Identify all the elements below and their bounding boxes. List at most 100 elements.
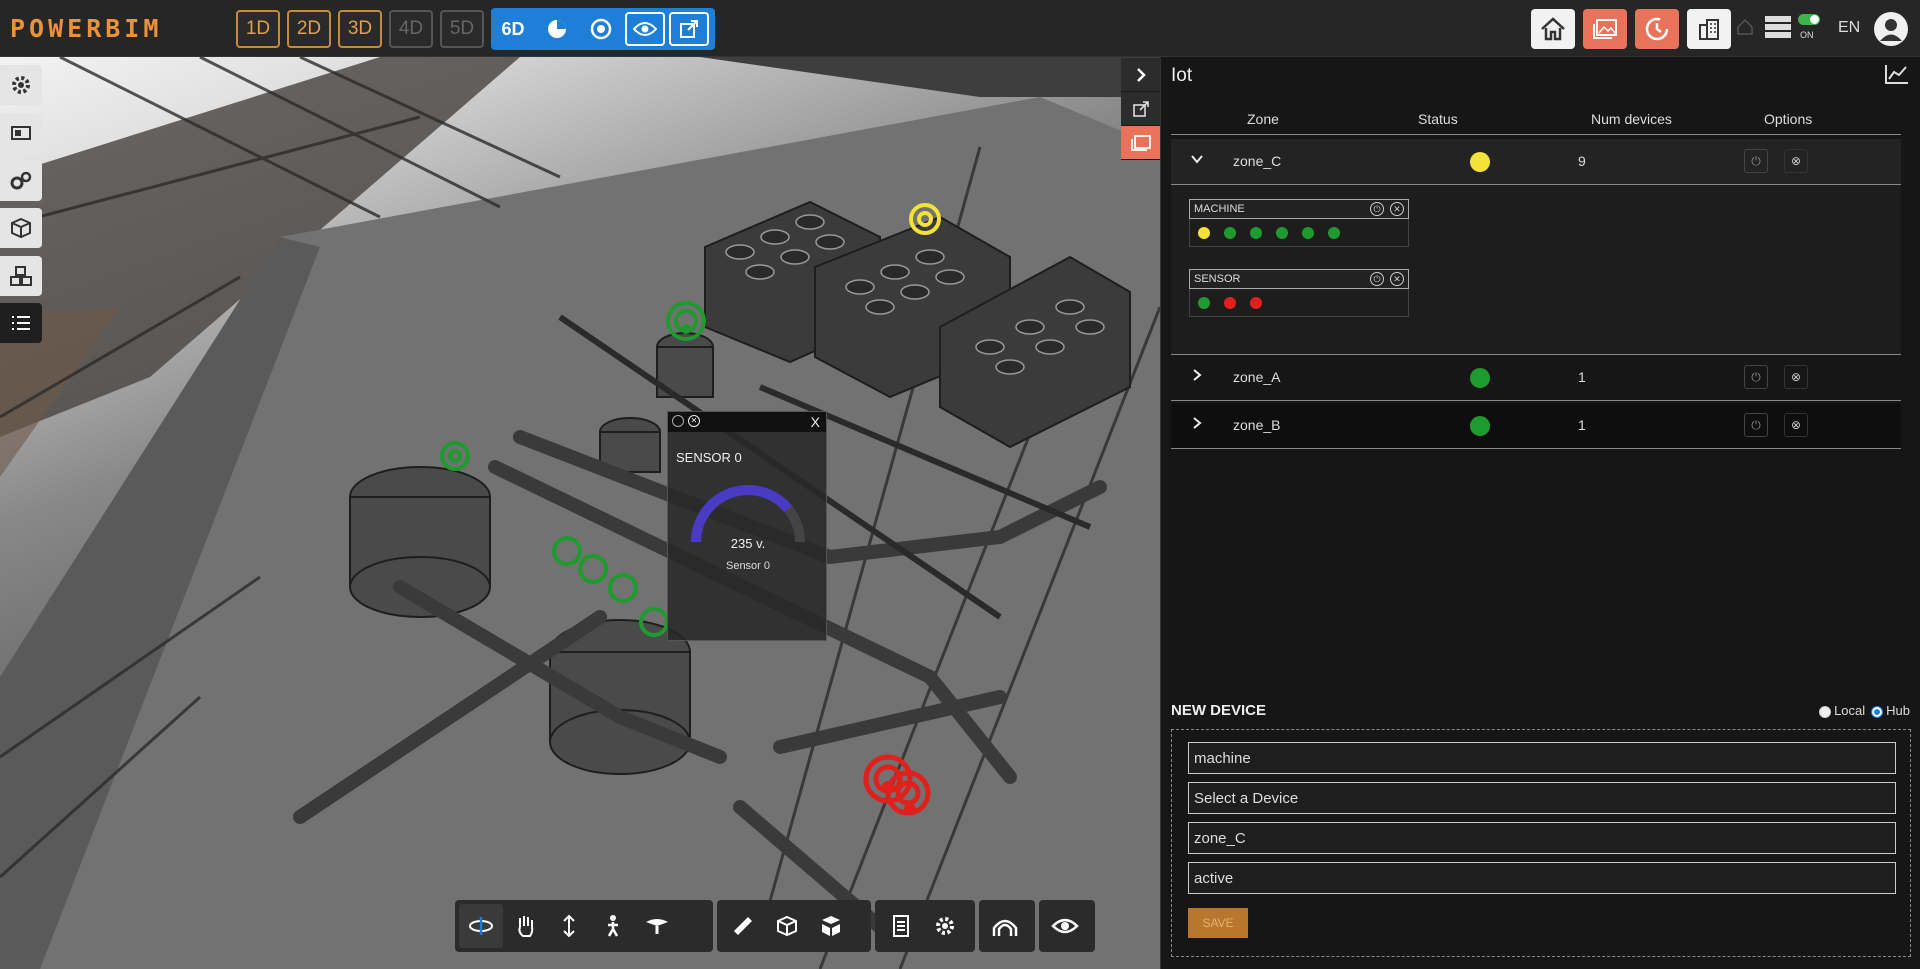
device-status-dot[interactable] (1224, 227, 1236, 239)
column-status: Status (1418, 111, 1458, 127)
device-status-dot[interactable] (1224, 297, 1236, 309)
radio-local[interactable]: Local (1819, 703, 1865, 718)
power-icon[interactable]: ⏻ (1370, 272, 1384, 286)
remove-icon[interactable]: ⊗ (1784, 365, 1808, 389)
device-status-dot[interactable] (1250, 297, 1262, 309)
power-icon[interactable]: ⏻ (1744, 365, 1768, 389)
chevron-right-icon[interactable] (1189, 415, 1209, 435)
top-bar: POWERBIM 1D 2D 3D 4D 5D 6D ON EN (0, 0, 1920, 57)
device-status-list (1189, 219, 1409, 247)
remove-icon[interactable]: ✕ (1390, 202, 1404, 216)
panel-icon (11, 126, 31, 140)
device-group-name: SENSOR (1194, 273, 1241, 285)
external-link-icon[interactable] (669, 12, 709, 46)
power-icon[interactable]: ⏻ (1370, 202, 1384, 216)
mode-radio-group: Local Hub (1819, 703, 1910, 718)
cloud-home-icon[interactable] (1736, 18, 1754, 41)
dimension-6d-button[interactable]: 6D (493, 12, 533, 46)
save-button[interactable]: SAVE (1188, 908, 1248, 938)
device-status-dot[interactable] (1276, 227, 1288, 239)
device-select-field[interactable] (1188, 782, 1896, 814)
chart-icon[interactable] (1884, 63, 1910, 90)
dimension-5d-button[interactable]: 5D (440, 10, 484, 48)
gallery-icon[interactable] (1121, 126, 1160, 160)
collapse-panel-icon[interactable] (1121, 58, 1160, 92)
server-toggle-label: ON (1800, 30, 1814, 40)
model-tool[interactable] (0, 208, 42, 248)
status-field[interactable] (1188, 862, 1896, 894)
zone-name: zone_C (1233, 153, 1282, 169)
6d-toolbar: 6D (491, 8, 715, 50)
popup-title: SENSOR 0 (676, 450, 742, 465)
remove-icon[interactable]: ⊗ (1784, 149, 1808, 173)
building-icon[interactable] (1687, 9, 1731, 49)
new-device-form: SAVE (1171, 729, 1911, 957)
list-tool[interactable] (0, 303, 42, 343)
pie-chart-icon[interactable] (537, 12, 577, 46)
popup-close-button[interactable]: X (811, 414, 820, 430)
eye-icon[interactable] (1043, 904, 1087, 948)
eye-icon[interactable] (625, 12, 665, 46)
device-type-field[interactable] (1188, 742, 1896, 774)
remove-icon[interactable]: ✕ (1390, 272, 1404, 286)
column-options: Options (1764, 111, 1813, 127)
components-tool[interactable] (0, 256, 42, 296)
server-toggle[interactable] (1798, 14, 1820, 25)
column-num-devices: Num devices (1591, 111, 1672, 127)
arch-icon[interactable] (983, 904, 1027, 948)
dimension-1d-button[interactable]: 1D (236, 10, 280, 48)
zone-row-zone-a[interactable]: zone_A 1 ⏻ ⊗ (1171, 355, 1901, 401)
3d-model-scene[interactable] (0, 57, 1160, 969)
power-icon[interactable]: ⏻ (1744, 149, 1768, 173)
device-group-machine: MACHINE ⏻ ✕ (1189, 199, 1409, 247)
power-icon[interactable]: ⏻ (1744, 413, 1768, 437)
timer-icon[interactable] (1635, 9, 1679, 49)
3d-viewport[interactable]: ✕ X SENSOR 0 235 v. Sensor 0 (0, 57, 1160, 969)
gallery-icon[interactable] (1583, 9, 1627, 49)
popup-value: 235 v. (730, 536, 766, 551)
home-icon[interactable] (1531, 9, 1575, 49)
zoom-vertical-icon[interactable] (547, 904, 591, 948)
pan-hand-icon[interactable] (503, 904, 547, 948)
zone-c-device-groups: MACHINE ⏻ ✕ SENSOR ⏻ ✕ (1171, 185, 1901, 355)
dimension-2d-button[interactable]: 2D (287, 10, 331, 48)
device-status-dot[interactable] (1198, 227, 1210, 239)
server-icon[interactable] (1764, 14, 1794, 45)
device-status-list (1189, 289, 1409, 317)
power-icon[interactable] (672, 415, 684, 427)
section-box-icon[interactable] (765, 904, 809, 948)
dimension-3d-button[interactable]: 3D (338, 10, 382, 48)
zone-row-zone-c[interactable]: zone_C 9 ⏻ ⊗ (1171, 139, 1901, 185)
column-zone: Zone (1247, 111, 1279, 127)
dimension-4d-button[interactable]: 4D (389, 10, 433, 48)
orbit-icon[interactable] (459, 904, 503, 948)
remove-icon[interactable]: ✕ (688, 415, 700, 427)
device-status-dot[interactable] (1328, 227, 1340, 239)
radio-hub[interactable]: Hub (1871, 703, 1910, 718)
device-status-dot[interactable] (1198, 297, 1210, 309)
properties-icon[interactable] (879, 904, 923, 948)
cube-icon (11, 217, 31, 239)
gears-tool[interactable] (0, 161, 42, 201)
language-selector[interactable]: EN (1838, 19, 1860, 37)
external-link-icon[interactable] (1121, 92, 1160, 126)
explode-icon[interactable] (809, 904, 853, 948)
chevron-down-icon[interactable] (1189, 151, 1209, 171)
gear-icon[interactable] (923, 904, 967, 948)
device-status-dot[interactable] (1302, 227, 1314, 239)
target-icon[interactable] (581, 12, 621, 46)
chevron-right-icon[interactable] (1189, 367, 1209, 387)
fly-icon[interactable] (635, 904, 679, 948)
remove-icon[interactable]: ⊗ (1784, 413, 1808, 437)
user-avatar-icon[interactable] (1874, 12, 1908, 46)
zone-row-zone-b[interactable]: zone_B 1 ⏻ ⊗ (1171, 403, 1901, 449)
device-group-sensor: SENSOR ⏻ ✕ (1189, 269, 1409, 317)
zone-table-header: Zone Status Num devices Options (1171, 107, 1901, 135)
layers-tool[interactable] (0, 113, 42, 153)
device-status-dot[interactable] (1250, 227, 1262, 239)
settings-tool[interactable] (0, 65, 42, 105)
walk-person-icon[interactable] (591, 904, 635, 948)
zone-field[interactable] (1188, 822, 1896, 854)
num-devices: 1 (1578, 369, 1586, 385)
ruler-icon[interactable] (721, 904, 765, 948)
